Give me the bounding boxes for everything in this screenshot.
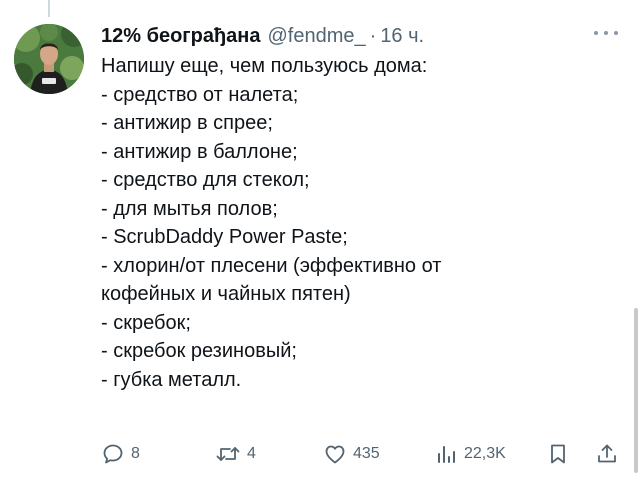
tweet-line: - антижир в спрее;	[101, 112, 273, 134]
retweet-icon	[215, 442, 241, 466]
more-dot	[604, 31, 608, 35]
display-name[interactable]: 12% београђана	[101, 22, 261, 50]
tweet-line: - средство от налета;	[101, 83, 299, 106]
tweet-line: - скребок;	[101, 311, 191, 334]
tweet-line: - ScrubDaddy Power Paste;	[101, 226, 348, 248]
tweet-line: - для мытья полов;	[101, 197, 278, 220]
like-button[interactable]: 435	[323, 437, 380, 471]
reply-icon	[101, 442, 125, 466]
tweet-header: 12% београђана @fendme_ · 16 ч.	[101, 22, 424, 50]
more-dot	[614, 31, 618, 35]
tweet-line: - антижир в баллоне;	[101, 140, 298, 163]
like-count: 435	[353, 445, 380, 462]
bookmark-button[interactable]	[546, 437, 570, 471]
tweet-line: - хлорин/от плесени (эффективно от	[101, 254, 442, 277]
tweet-line: - губка металл.	[101, 368, 242, 391]
more-horizontal-icon[interactable]	[594, 28, 618, 38]
timestamp[interactable]: 16 ч.	[380, 22, 424, 50]
views-button[interactable]: 22,3K	[434, 437, 506, 471]
header-separator: ·	[369, 25, 377, 47]
thread-connector-line	[48, 0, 50, 17]
avatar[interactable]	[14, 24, 84, 94]
share-button[interactable]	[595, 437, 619, 471]
scrollbar[interactable]	[634, 308, 638, 473]
views-count: 22,3K	[464, 445, 506, 462]
reply-count: 8	[131, 445, 140, 462]
tweet-line: - средство для стекол;	[101, 169, 310, 191]
tweet-actions-bar: 8 4 435 22,3K	[101, 437, 627, 471]
views-chart-icon	[434, 442, 458, 466]
retweet-count: 4	[247, 445, 256, 462]
reply-button[interactable]: 8	[101, 437, 140, 471]
retweet-button[interactable]: 4	[215, 437, 256, 471]
bookmark-icon	[546, 442, 570, 466]
share-icon	[595, 442, 619, 466]
tweet-text: Напишу еще, чем пользуюсь дома: - средст…	[101, 52, 621, 394]
tweet-line: - скребок резиновый;	[101, 340, 297, 362]
more-dot	[594, 31, 598, 35]
tweet-line: кофейных и чайных пятен)	[101, 283, 351, 305]
user-handle[interactable]: @fendme_	[268, 22, 366, 50]
tweet-line: Напишу еще, чем пользуюсь дома:	[101, 55, 428, 77]
heart-icon	[323, 442, 347, 466]
